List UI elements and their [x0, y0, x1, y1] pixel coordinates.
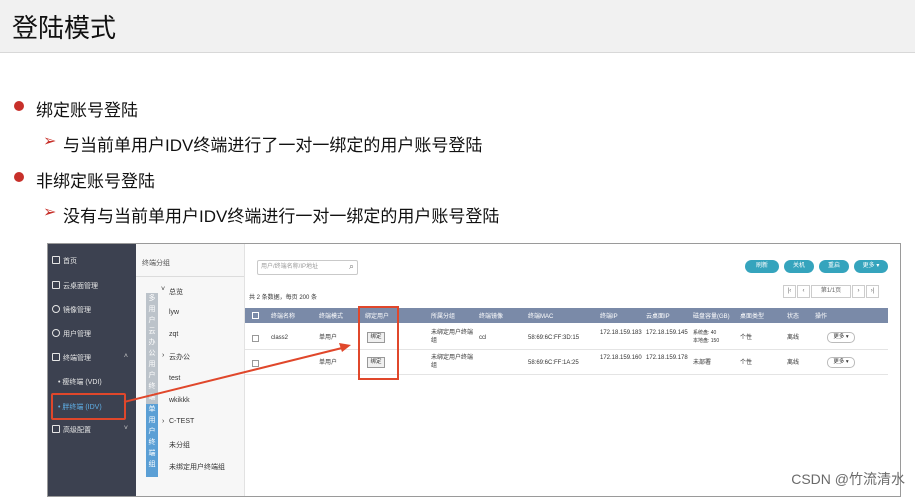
- bullet-text: 非绑定账号登陆: [36, 172, 155, 191]
- annotation-arrow-head: [339, 343, 351, 352]
- watermark: CSDN @竹流清水: [791, 471, 905, 487]
- bullet-dot-icon: [14, 172, 24, 182]
- sub-bullet-text: 没有与当前单用户IDV终端进行一对一绑定的用户账号登陆: [63, 207, 500, 226]
- sub-bullet-text: 与当前单用户IDV终端进行了一对一绑定的用户账号登陆: [63, 136, 483, 155]
- bullet-text: 绑定账号登陆: [36, 101, 138, 120]
- sub-bullet-bound-login: ➢ 与当前单用户IDV终端进行了一对一绑定的用户账号登陆: [43, 131, 483, 156]
- app-screenshot: 首页 云桌面管理 镜像管理 用户管理 终端管理 ˄ • 瘦终端 (VDI) • …: [47, 243, 901, 497]
- bullet-bound-login: 绑定账号登陆: [14, 96, 138, 121]
- bullet-unbound-login: 非绑定账号登陆: [14, 167, 155, 192]
- arrow-right-icon: ➢: [43, 204, 57, 221]
- slide-title: 登陆模式: [12, 13, 117, 43]
- annotation-arrow-line: [123, 347, 343, 403]
- annotation-arrow: [123, 343, 351, 403]
- sub-bullet-unbound-login: ➢ 没有与当前单用户IDV终端进行一对一绑定的用户账号登陆: [43, 202, 500, 227]
- slide-title-bar: 登陆模式: [0, 0, 915, 53]
- arrow-right-icon: ➢: [43, 133, 57, 150]
- bullet-dot-icon: [14, 101, 24, 111]
